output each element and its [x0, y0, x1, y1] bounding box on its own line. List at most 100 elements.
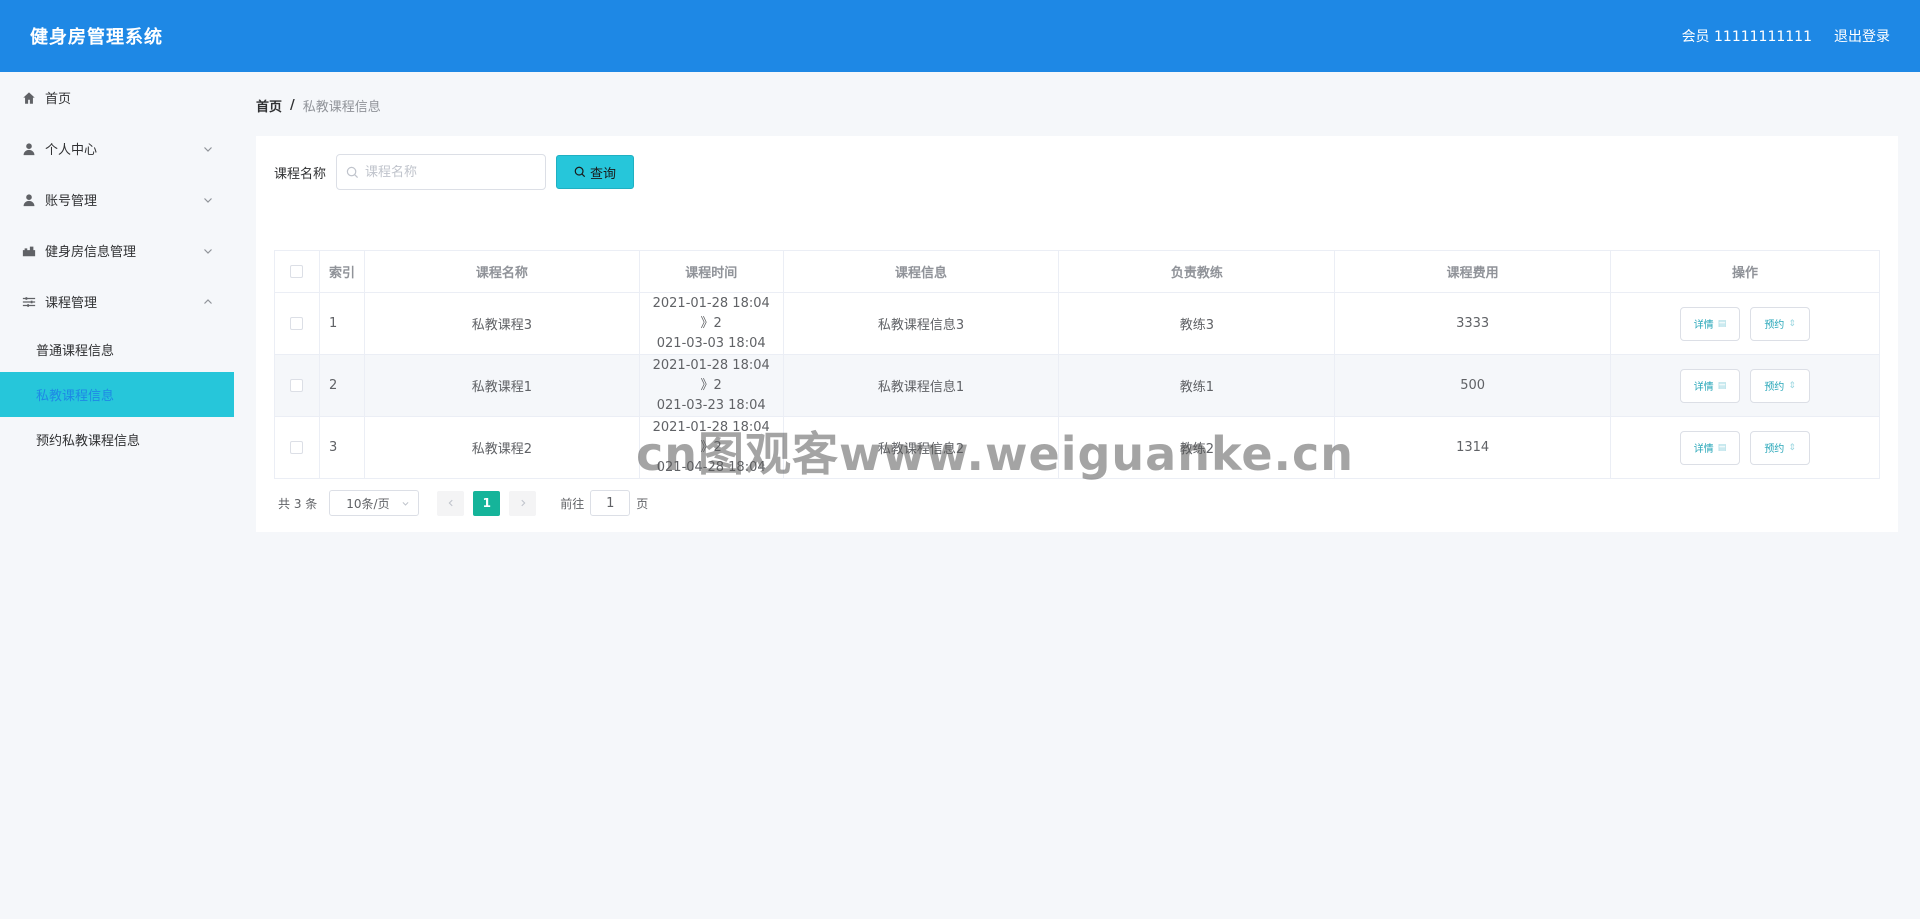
next-page-button[interactable]: [509, 490, 537, 516]
cell-fee: 3333: [1334, 292, 1612, 355]
sidebar-item-label: 健身房信息管理: [45, 245, 137, 260]
page-number-button[interactable]: 1: [473, 490, 501, 516]
search-button[interactable]: 查询: [556, 155, 635, 189]
cell-course-time: 2021-01-28 18:04 》2 021-03-23 18:04: [638, 354, 784, 417]
sidebar-item-label: 账号管理: [45, 194, 98, 209]
table-row: 3 私教课程2 2021-01-28 18:04 》2 021-04-28 18:…: [274, 416, 1880, 479]
prev-page-button[interactable]: [437, 490, 465, 516]
breadcrumb-current: 私教课程信息: [302, 100, 381, 115]
cell-fee: 1314: [1334, 416, 1612, 479]
cell-course-time: 2021-01-28 18:04 》2 021-03-03 18:04: [638, 292, 784, 355]
cell-index: 2: [318, 354, 365, 417]
row-checkbox[interactable]: [290, 379, 304, 392]
header-index: 索引: [318, 250, 365, 293]
detail-button-label: 详情: [1693, 444, 1714, 455]
sidebar-item-personal-center[interactable]: 个人中心: [0, 123, 234, 174]
goto-page-input[interactable]: [590, 490, 631, 516]
cell-course-time: 2021-01-28 18:04 》2 021-04-28 18:04: [638, 416, 784, 479]
detail-button-label: 详情: [1693, 320, 1714, 331]
reserve-button[interactable]: 预约 ⇕: [1750, 368, 1811, 403]
chevron-up-icon: [202, 296, 214, 308]
search-input-wrapper[interactable]: [336, 154, 547, 190]
logout-button[interactable]: 退出登录: [1834, 26, 1890, 46]
goto-label: 前往: [560, 496, 585, 511]
header-course-name: 课程名称: [363, 250, 640, 293]
search-label: 课程名称: [274, 166, 327, 182]
document-icon: ▤: [1717, 442, 1727, 453]
user-label: 会员 11111111111: [1681, 29, 1812, 45]
detail-button[interactable]: 详情 ▤: [1679, 430, 1740, 465]
header-course-info: 课程信息: [782, 250, 1060, 293]
cell-actions: 详情 ▤ 预约 ⇕: [1610, 292, 1880, 355]
row-checkbox[interactable]: [290, 441, 304, 454]
pagination-total: 共 3 条: [278, 496, 318, 511]
chevron-right-icon: [521, 499, 526, 507]
user-icon: [22, 142, 36, 156]
reserve-button-label: 预约: [1764, 382, 1785, 393]
sidebar-item-account[interactable]: 账号管理: [0, 174, 234, 225]
cell-coach: 教练2: [1058, 416, 1336, 479]
search-input[interactable]: [365, 164, 536, 180]
time-line: 021-03-03 18:04: [656, 335, 766, 351]
chevron-down-icon: [402, 501, 409, 506]
cell-course-info: 私教课程信息2: [782, 416, 1060, 479]
page-goto: 前往 页: [560, 490, 648, 516]
sidebar-item-label: 课程管理: [45, 296, 98, 311]
header-actions: 操作: [1610, 250, 1880, 293]
time-line: 2021-01-28 18:04 》2: [652, 357, 770, 393]
document-icon: ▤: [1717, 380, 1727, 391]
breadcrumb-home[interactable]: 首页: [256, 96, 282, 115]
sidebar-item-course-management[interactable]: 课程管理: [0, 276, 234, 327]
cell-actions: 详情 ▤ 预约 ⇕: [1610, 416, 1880, 479]
row-checkbox-cell: [274, 292, 320, 355]
header-coach: 负责教练: [1058, 250, 1336, 293]
cell-fee: 500: [1334, 354, 1612, 417]
sidebar-item-label: 个人中心: [45, 143, 98, 158]
time-line: 021-03-23 18:04: [656, 397, 766, 413]
table-row: 1 私教课程3 2021-01-28 18:04 》2 021-03-03 18:…: [274, 292, 1880, 355]
gym-icon: [22, 244, 36, 258]
cell-coach: 教练1: [1058, 354, 1336, 417]
sort-icon: ⇕: [1788, 318, 1796, 329]
sidebar-subitem-private-course[interactable]: 私教课程信息: [0, 372, 234, 417]
sidebar-subitem-normal-course[interactable]: 普通课程信息: [0, 327, 234, 372]
sidebar-item-gym-info[interactable]: 健身房信息管理: [0, 225, 234, 276]
page-size-value: 10条/页: [346, 496, 390, 511]
header-checkbox-cell: [274, 250, 320, 293]
row-checkbox-cell: [274, 354, 320, 417]
user-icon: [22, 193, 36, 207]
chevron-down-icon: [202, 245, 214, 257]
sidebar-item-home[interactable]: 首页: [0, 72, 234, 123]
cell-index: 3: [318, 416, 365, 479]
top-header: 健身房管理系统 会员 11111111111 退出登录: [0, 0, 1920, 72]
reserve-button[interactable]: 预约 ⇕: [1750, 430, 1811, 465]
course-table: 索引 课程名称 课程时间 课程信息 负责教练 课程费用 操作 1 私教课程3 2…: [274, 250, 1880, 479]
sidebar-item-label: 首页: [45, 92, 72, 107]
detail-button-label: 详情: [1693, 382, 1714, 393]
cell-course-name: 私教课程2: [363, 416, 640, 479]
reserve-button-label: 预约: [1764, 320, 1785, 331]
cell-course-info: 私教课程信息3: [782, 292, 1060, 355]
page-size-select[interactable]: 10条/页: [329, 490, 420, 516]
chevron-down-icon: [202, 143, 214, 155]
cell-course-name: 私教课程3: [363, 292, 640, 355]
table-row: 2 私教课程1 2021-01-28 18:04 》2 021-03-23 18:…: [274, 354, 1880, 417]
cell-course-info: 私教课程信息1: [782, 354, 1060, 417]
row-checkbox[interactable]: [290, 317, 304, 330]
goto-suffix: 页: [636, 496, 649, 511]
table-header-row: 索引 课程名称 课程时间 课程信息 负责教练 课程费用 操作: [274, 250, 1880, 293]
pagination: 共 3 条 10条/页 1 前往 页: [278, 490, 648, 516]
search-icon: [574, 166, 586, 178]
sidebar: 首页 个人中心 账号管理 健身房信息管理 课程管理 普通课程信息 私教课程信息 …: [0, 72, 234, 919]
sidebar-subitem-private-reservation[interactable]: 预约私教课程信息: [0, 417, 234, 462]
home-icon: [22, 91, 36, 105]
header-right: 会员 11111111111 退出登录: [1682, 26, 1890, 46]
cell-index: 1: [318, 292, 365, 355]
content-card: 课程名称 查询 索引 课程名称 课程时间 课程信息 负责教练 课程费用 操作: [256, 136, 1898, 532]
document-icon: ▤: [1717, 318, 1727, 329]
detail-button[interactable]: 详情 ▤: [1679, 306, 1740, 341]
reserve-button[interactable]: 预约 ⇕: [1750, 306, 1811, 341]
select-all-checkbox[interactable]: [290, 265, 304, 278]
detail-button[interactable]: 详情 ▤: [1679, 368, 1740, 403]
search-bar: 课程名称 查询: [274, 154, 635, 190]
